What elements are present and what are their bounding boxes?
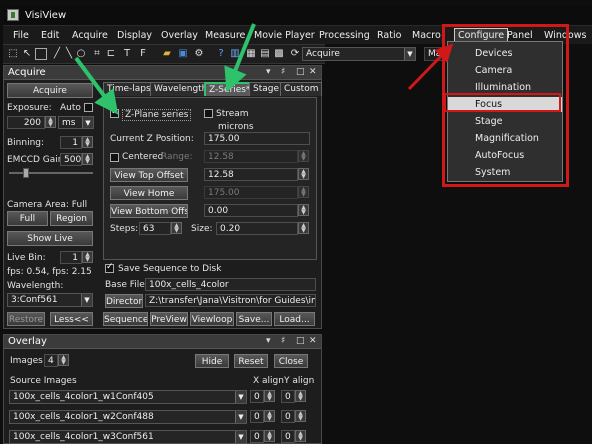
green-arrow-zseries	[224, 23, 256, 93]
green-arrow-zplane	[74, 56, 119, 115]
annotation-arrows	[74, 23, 454, 115]
red-arrow-configure	[407, 43, 454, 91]
